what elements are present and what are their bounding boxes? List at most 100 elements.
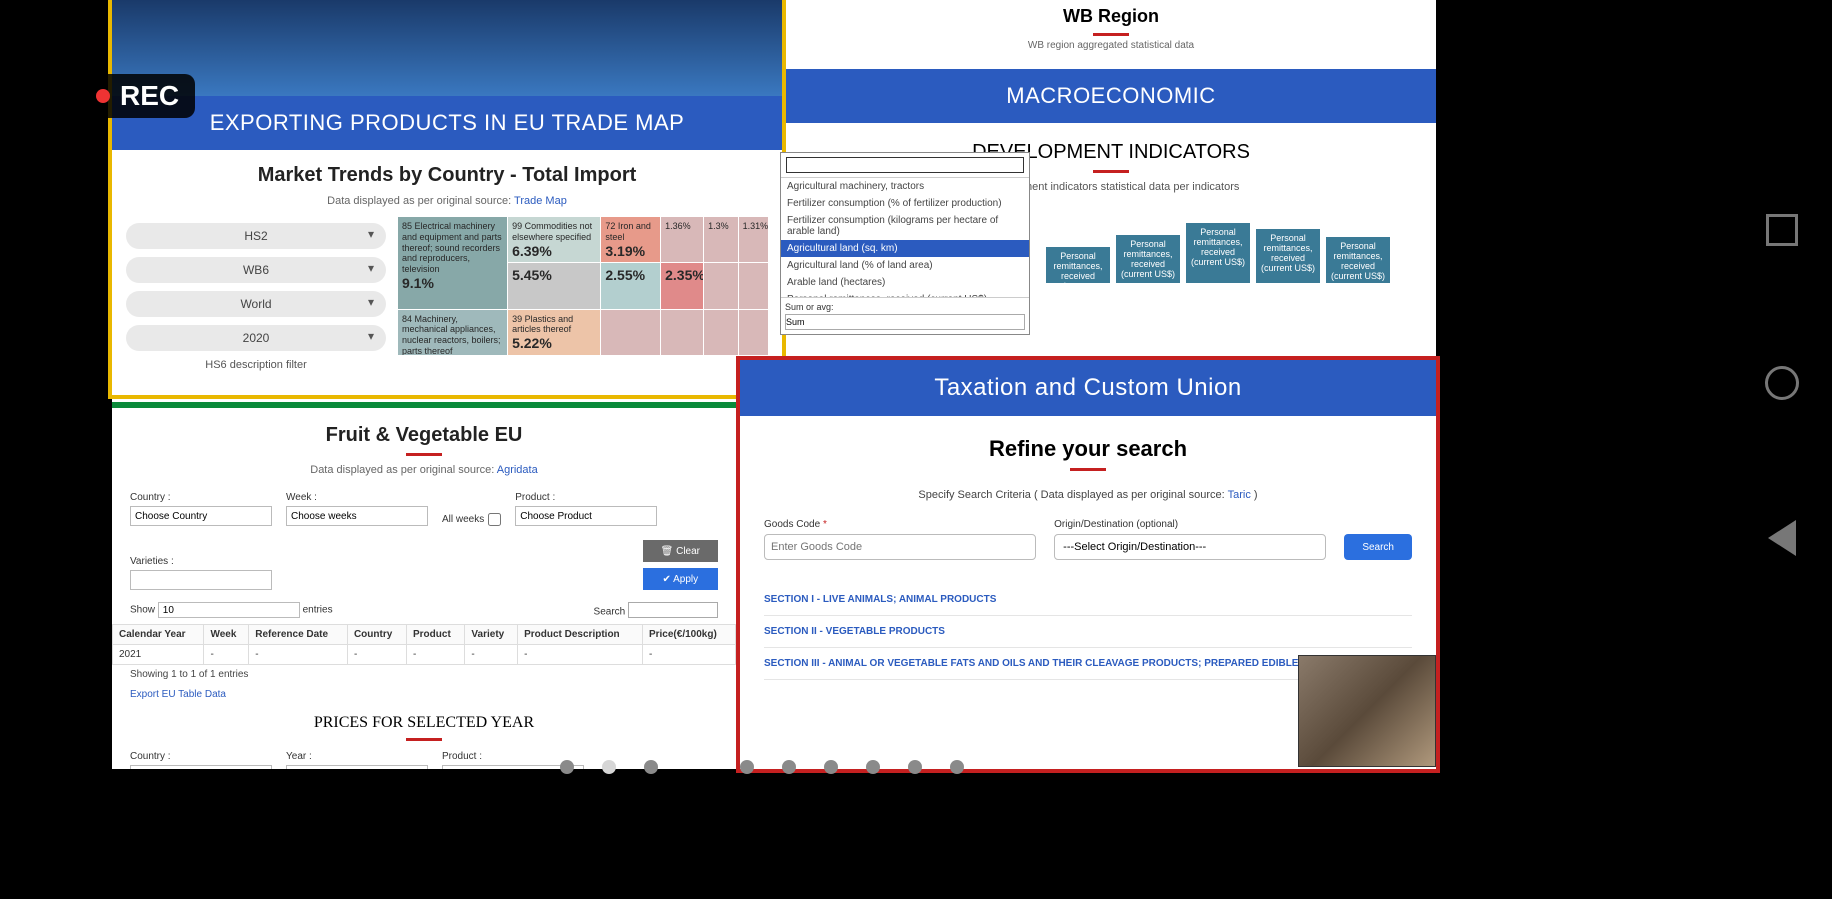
apply-button[interactable]: ✔ Apply [643,568,718,590]
dot-icon[interactable] [950,760,964,774]
indicator-option[interactable]: Agricultural land (% of land area) [781,257,1029,274]
search-label: Search [594,607,626,618]
rec-label: REC [120,80,179,112]
week-select[interactable] [286,506,428,526]
search-button[interactable]: Search [1344,534,1412,560]
tm-cell[interactable] [704,263,738,308]
tm-cell[interactable] [601,310,660,355]
year-select[interactable] [286,765,428,769]
dot-icon[interactable] [560,760,574,774]
tm-cell[interactable]: 72 Iron and steel3.19% [601,217,660,262]
cell: - [347,645,406,665]
dot-icon[interactable] [908,760,922,774]
tm-cell[interactable]: 85 Electrical machinery and equipment an… [398,217,507,309]
col-header[interactable]: Reference Date [249,625,348,645]
tm-cell[interactable]: 1.36% [661,217,703,262]
os-nav-rail [1752,0,1812,769]
table-foot: Showing 1 to 1 of 1 entries [112,665,736,684]
indicator-option[interactable]: Arable land (hectares) [781,274,1029,291]
indicator-search-input[interactable] [786,157,1024,173]
goods-code-input[interactable] [764,534,1036,560]
back-icon[interactable] [1768,520,1796,556]
note-bl: Data displayed as per original source: A… [112,464,736,476]
bar[interactable]: Personal remittances, received (current … [1326,237,1390,283]
bar[interactable]: Personal remittances, received (current … [1186,223,1250,283]
product-label: Product : [515,492,657,503]
entries-select[interactable] [158,602,300,618]
dot-icon[interactable] [782,760,796,774]
tm-cell[interactable] [704,310,738,355]
tm-cell[interactable]: 1.31% [739,217,768,262]
rec-badge: REC [80,74,195,118]
clear-button[interactable]: 🗑 Clear [643,540,718,562]
filter-year[interactable] [126,325,386,351]
col-header[interactable]: Product [407,625,465,645]
col-header[interactable]: Calendar Year [113,625,204,645]
wb-title: WB Region [786,6,1436,27]
wb-sub: WB region aggregated statistical data [786,40,1436,51]
rec-dot-icon [96,89,110,103]
webcam-thumbnail[interactable] [1298,655,1436,767]
dot-icon[interactable] [644,760,658,774]
tm-cell[interactable] [739,310,768,355]
tm-cell[interactable]: 2.35% [661,263,703,308]
table-search-input[interactable] [628,602,718,618]
hero-image [112,0,782,96]
origin-select[interactable] [1054,534,1326,560]
trademap-link[interactable]: Trade Map [514,195,567,207]
home-icon[interactable] [1765,366,1799,400]
tm-cell[interactable]: 1.3% [704,217,738,262]
allweeks-checkbox[interactable] [488,513,501,526]
indicator-option[interactable]: Fertilizer consumption (% of fertilizer … [781,195,1029,212]
country2-select[interactable] [130,765,272,769]
cell: - [518,645,643,665]
filter-region[interactable] [126,257,386,283]
tm-cell[interactable] [739,263,768,308]
col-header[interactable]: Variety [465,625,518,645]
country-select[interactable] [130,506,272,526]
filter-hs[interactable] [126,223,386,249]
section-link[interactable]: SECTION I - LIVE ANIMALS; ANIMAL PRODUCT… [764,584,1412,616]
col-header[interactable]: Price(€/100kg) [642,625,735,645]
export-link[interactable]: Export EU Table Data [112,689,226,700]
taric-link[interactable]: Taric [1228,489,1251,501]
indicator-list[interactable]: Agricultural machinery, tractorsFertiliz… [781,177,1029,297]
tm-cell[interactable]: 99 Commodities not elsewhere specified6.… [508,217,600,262]
recents-icon[interactable] [1766,214,1798,246]
agridata-link[interactable]: Agridata [497,464,538,476]
dot-icon[interactable] [602,760,616,774]
col-header[interactable]: Week [204,625,249,645]
agg-select[interactable] [785,314,1025,330]
indicator-option[interactable]: Agricultural machinery, tractors [781,178,1029,195]
bar[interactable]: Personal remittances, received (current … [1116,235,1180,283]
tm-cell[interactable]: 39 Plastics and articles thereof5.22% [508,310,600,355]
entries-show: Show entries [130,602,333,618]
hs6-filter-label: HS6 description filter [126,359,386,371]
dot-icon[interactable] [740,760,754,774]
origin-label: Origin/Destination (optional) [1054,519,1326,530]
tm-cell[interactable]: 5.45% [508,263,600,308]
tm-cell[interactable]: 2.55% [601,263,660,308]
col-header[interactable]: Country [347,625,406,645]
col-header[interactable]: Product Description [518,625,643,645]
banner-tr: MACROECONOMIC [786,69,1436,123]
section-link[interactable]: SECTION II - VEGETABLE PRODUCTS [764,616,1412,648]
tm-cell[interactable]: 84 Machinery, mechanical appliances, nuc… [398,310,507,355]
cell: - [204,645,249,665]
indicator-option[interactable]: Fertilizer consumption (kilograms per he… [781,212,1029,240]
varieties-select[interactable] [130,570,272,590]
allweeks-label: All weeks [442,514,484,525]
product-select[interactable] [515,506,657,526]
filter-world[interactable] [126,291,386,317]
dot-icon[interactable] [866,760,880,774]
tm-cell[interactable] [661,310,703,355]
cell: - [642,645,735,665]
indicator-option[interactable]: Agricultural land (sq. km) [781,240,1029,257]
dot-icon[interactable] [824,760,838,774]
divider-icon [1070,468,1106,471]
treemap-chart[interactable]: 85 Electrical machinery and equipment an… [398,217,768,355]
country2-label: Country : [130,751,272,762]
bar[interactable]: Personal remittances, received (current [1046,247,1110,283]
cell: - [465,645,518,665]
bar[interactable]: Personal remittances, received (current … [1256,229,1320,283]
